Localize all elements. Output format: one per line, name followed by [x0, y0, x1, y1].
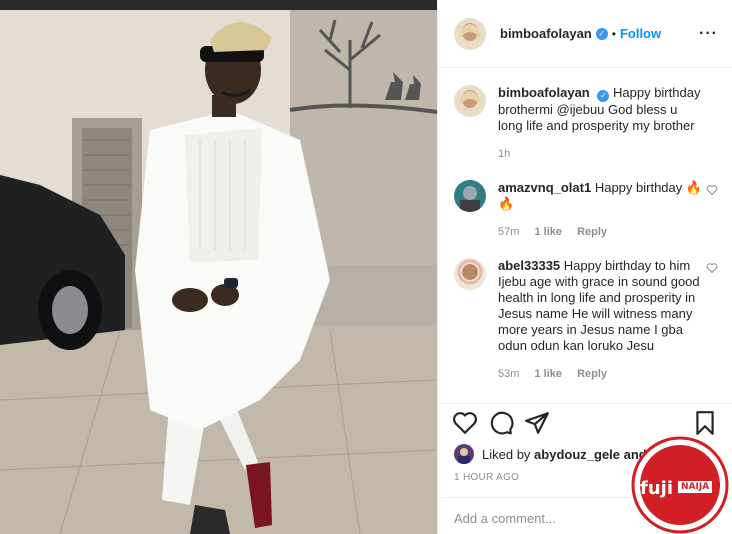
verified-badge-icon: ✓	[597, 90, 610, 102]
like-heart-icon[interactable]	[452, 410, 478, 436]
avatar[interactable]	[454, 258, 486, 290]
comment-body: abel33335 Happy birthday to him Ijebu ag…	[498, 258, 718, 380]
share-paper-plane-icon[interactable]	[524, 410, 550, 436]
liked-by-user[interactable]: abydouz_gele	[534, 447, 620, 462]
caption-username[interactable]: bimboafolayan	[498, 85, 590, 100]
avatar-image	[454, 258, 486, 290]
photo-illustration	[0, 0, 437, 534]
comment-text: amazvnq_olat1 Happy birthday 🔥🔥	[498, 180, 704, 212]
post-photo[interactable]	[0, 0, 437, 534]
reply-button[interactable]: Reply	[577, 226, 607, 238]
comment-body: amazvnq_olat1 Happy birthday 🔥🔥 57m 1 li…	[498, 180, 718, 238]
watermark-badge: NAIJA	[678, 481, 713, 493]
comment-username[interactable]: abel33335	[498, 258, 560, 273]
comment-likes[interactable]: 1 like	[534, 226, 562, 238]
save-bookmark-icon[interactable]	[692, 410, 718, 436]
comments-list: bimboafolayan ✓ Happy birthday brothermi…	[438, 69, 732, 402]
avatar-image	[454, 180, 486, 212]
post-header: bimboafolayan ✓ • Follow ···	[438, 0, 732, 68]
comment-item: amazvnq_olat1 Happy birthday 🔥🔥 57m 1 li…	[438, 160, 732, 238]
verified-badge-icon: ✓	[595, 27, 608, 40]
comment-item: abel33335 Happy birthday to him Ijebu ag…	[438, 238, 732, 380]
caption-meta: 1h	[498, 148, 704, 160]
header-username[interactable]: bimboafolayan	[500, 26, 592, 41]
comment-meta: 57m 1 like Reply	[498, 226, 704, 238]
caption: bimboafolayan ✓ Happy birthday brothermi…	[438, 69, 732, 160]
separator-dot: •	[611, 26, 616, 41]
caption-time: 1h	[498, 148, 511, 160]
reply-button[interactable]: Reply	[577, 368, 607, 380]
avatar[interactable]	[454, 17, 486, 50]
comment-bubble-icon[interactable]	[488, 410, 514, 436]
like-comment-heart-icon[interactable]	[706, 184, 718, 196]
comment-text: abel33335 Happy birthday to him Ijebu ag…	[498, 258, 704, 354]
caption-body: bimboafolayan ✓ Happy birthday brothermi…	[498, 85, 718, 160]
avatar-image	[454, 17, 486, 50]
comment-username[interactable]: amazvnq_olat1	[498, 180, 591, 195]
comment-meta: 53m 1 like Reply	[498, 368, 704, 380]
caption-text: bimboafolayan ✓ Happy birthday brothermi…	[498, 85, 704, 134]
comment-time: 53m	[498, 368, 520, 380]
post-timestamp: 1 HOUR AGO	[454, 472, 520, 483]
liker-avatar-image	[454, 444, 474, 464]
avatar[interactable]	[454, 180, 486, 212]
watermark-brand: fuji	[640, 478, 673, 499]
comment-time: 57m	[498, 226, 520, 238]
comment-likes[interactable]: 1 like	[534, 368, 562, 380]
follow-button[interactable]: Follow	[620, 26, 661, 41]
avatar-image	[454, 85, 486, 117]
liker-avatar[interactable]	[454, 444, 474, 464]
like-comment-heart-icon[interactable]	[706, 262, 718, 274]
liked-by-prefix: Liked by	[482, 446, 531, 462]
more-options-icon[interactable]: ···	[699, 25, 718, 43]
avatar[interactable]	[454, 85, 486, 117]
